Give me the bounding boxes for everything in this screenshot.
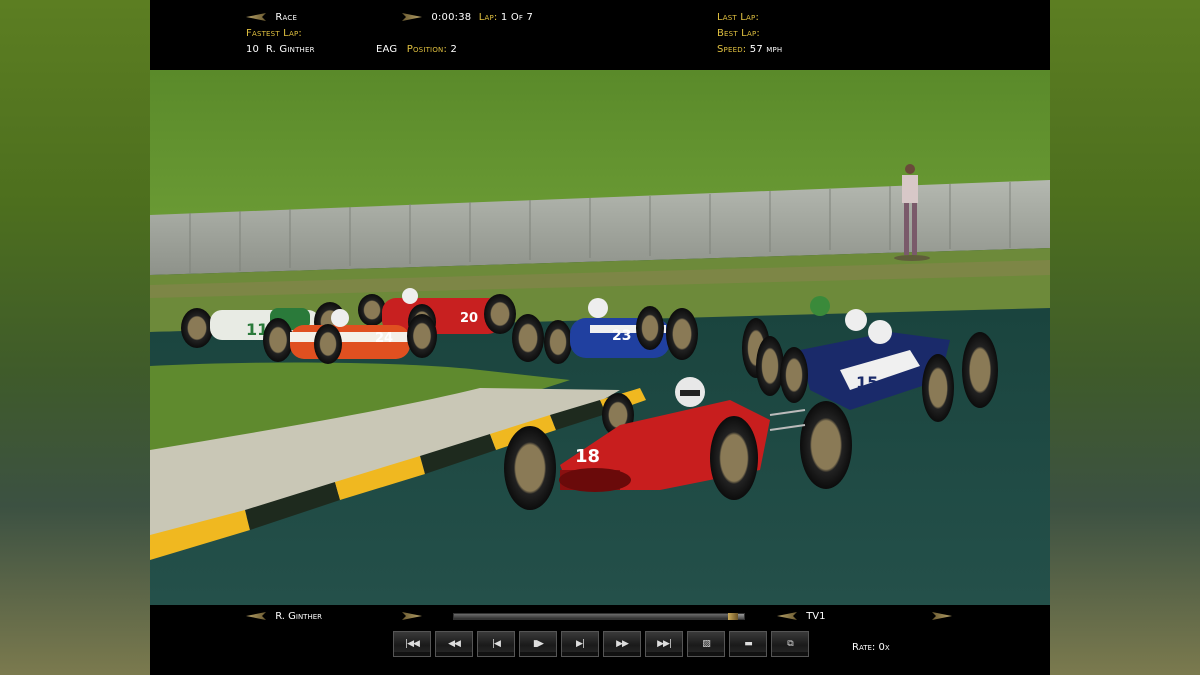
speed-label: Speed: [717,44,747,55]
rate-label: Rate: [852,642,876,653]
step-back-icon: |◀ [492,639,501,649]
copy-icon: ⧉ [787,639,794,649]
race-viewport[interactable]: 11 20 24 23 15 18 [150,70,1050,605]
position-value: 2 [450,44,457,55]
fast-forward-icon: ▶▶ [616,639,629,649]
replay-progress-handle[interactable] [728,613,739,620]
car-20-number: 20 [460,311,478,326]
camera-next-arrow-icon[interactable] [932,612,952,620]
folder-button[interactable]: ▬ [729,631,767,657]
car-18-number: 18 [575,446,600,467]
driver-next-arrow-icon[interactable] [402,612,422,620]
skip-to-end-button[interactable]: ▶▶| [645,631,683,657]
last-lap: Last Lap: [717,12,759,23]
camera-label: TV1 [806,611,826,622]
race-mode[interactable]: Race [246,12,297,23]
driver-selector[interactable]: R. Ginther [246,611,322,622]
step-forward-button[interactable]: ▶| [561,631,599,657]
car-23-number: 23 [612,328,631,344]
car-15-number: 15 [856,373,878,392]
hud-top: Race 0:00:38 Lap: 1 Of 7 Fastest Lap: 10… [150,0,1050,70]
driver-next[interactable] [402,611,428,622]
driver-prev-arrow-icon[interactable] [246,612,266,620]
car-24-number: 24 [375,331,393,346]
best-lap: Best Lap: [717,28,760,39]
position-info: EAG Position: 2 [376,44,457,55]
play-pause-icon: ▮▶ [533,639,544,649]
folder-icon: ▬ [744,639,752,649]
race-scene: 11 20 24 23 15 18 [150,70,1050,605]
step-back-button[interactable]: |◀ [477,631,515,657]
replay-progress-bar[interactable] [453,613,745,620]
rewind-icon: ◀◀ [448,639,461,649]
timer-arrow-icon[interactable] [402,13,422,21]
race-time: 0:00:38 [431,12,472,23]
camera-prev-arrow-icon[interactable] [777,612,797,620]
speed-value: 57 mph [749,44,783,55]
race-mode-prev-arrow-icon[interactable] [246,13,266,21]
skip-to-start-button[interactable]: |◀◀ [393,631,431,657]
best-lap-label: Best Lap: [717,28,760,39]
selected-driver: R. Ginther [275,611,323,622]
rate-value: 0x [878,642,890,653]
driver-code: EAG [376,44,398,55]
record-button[interactable]: ▨ [687,631,725,657]
camera-selector[interactable]: TV1 [777,611,826,622]
speed: Speed: 57 mph [717,44,782,55]
fast-forward-button[interactable]: ▶▶ [603,631,641,657]
replay-rate: Rate: 0x [852,642,890,653]
step-forward-icon: ▶| [576,639,585,649]
play-pause-button[interactable]: ▮▶ [519,631,557,657]
fastest-lap-label: Fastest Lap: [246,28,302,39]
race-timer: 0:00:38 Lap: 1 Of 7 [402,12,533,23]
last-lap-label: Last Lap: [717,12,760,23]
hud-bottom: R. Ginther TV1 |◀◀ ◀◀ |◀ ▮▶ ▶| ▶▶ ▶▶| ▨ ▬ ⧉ Rate:… [150,605,1050,675]
rewind-button[interactable]: ◀◀ [435,631,473,657]
right-backdrop [1050,0,1200,675]
skip-to-end-icon: ▶▶| [657,639,672,649]
race-mode-label: Race [275,12,298,23]
copy-button[interactable]: ⧉ [771,631,809,657]
replay-progress-fill [454,614,739,619]
fastest-lap-value: 10 R. Ginther [246,44,315,55]
left-backdrop [0,0,150,675]
record-icon: ▨ [702,639,710,649]
camera-next[interactable] [932,611,958,622]
skip-to-start-icon: |◀◀ [405,639,420,649]
position-label: Position: [406,44,448,55]
replay-controls: |◀◀ ◀◀ |◀ ▮▶ ▶| ▶▶ ▶▶| ▨ ▬ ⧉ [393,631,809,657]
fastest-lap-driver: 10 R. Ginther [246,44,315,55]
game-frame: Race 0:00:38 Lap: 1 Of 7 Fastest Lap: 10… [150,0,1050,675]
lap-label: Lap: [478,12,498,23]
fastest-lap-label-text: Fastest Lap: [246,28,302,39]
lap-value: 1 Of 7 [500,12,534,23]
